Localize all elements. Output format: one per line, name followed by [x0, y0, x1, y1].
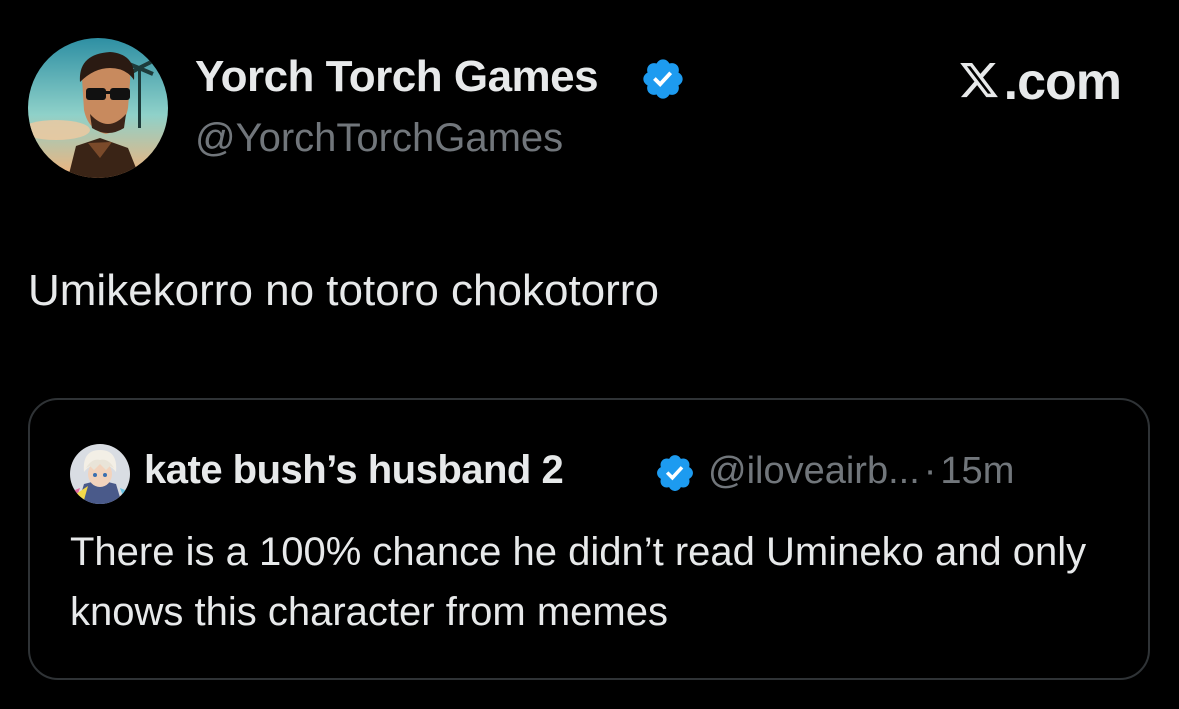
brand-domain-label: .com [1003, 53, 1122, 111]
tweet-text: Umikekorro no totoro chokotorro [28, 266, 659, 315]
x-logo-icon [959, 62, 998, 98]
quoted-tweet-timestamp[interactable]: 15m [940, 450, 1014, 492]
quoted-author-display-name[interactable]: kate bush’s husband 2 [144, 448, 564, 493]
profile-portrait-icon [28, 38, 168, 178]
verified-badge-icon [643, 59, 683, 99]
quoted-tweet-meta: @iloveairb... · 15m [708, 450, 1014, 493]
author-avatar[interactable] [28, 38, 168, 178]
meta-separator: · [923, 450, 937, 492]
quoted-author-avatar[interactable] [70, 444, 130, 504]
x-brand-watermark: .com [958, 52, 1122, 112]
anime-character-avatar-icon [70, 444, 130, 504]
quoted-tweet-text: There is a 100% chance he didn’t read Um… [70, 530, 1087, 634]
author-display-name[interactable]: Yorch Torch Games [195, 52, 599, 102]
quoted-tweet-card[interactable]: kate bush’s husband 2 @iloveairb... · 15m … [28, 398, 1150, 680]
quoted-verified-badge-icon [657, 455, 693, 491]
quoted-author-handle[interactable]: @iloveairb... [708, 450, 920, 492]
author-handle[interactable]: @YorchTorchGames [195, 116, 563, 161]
